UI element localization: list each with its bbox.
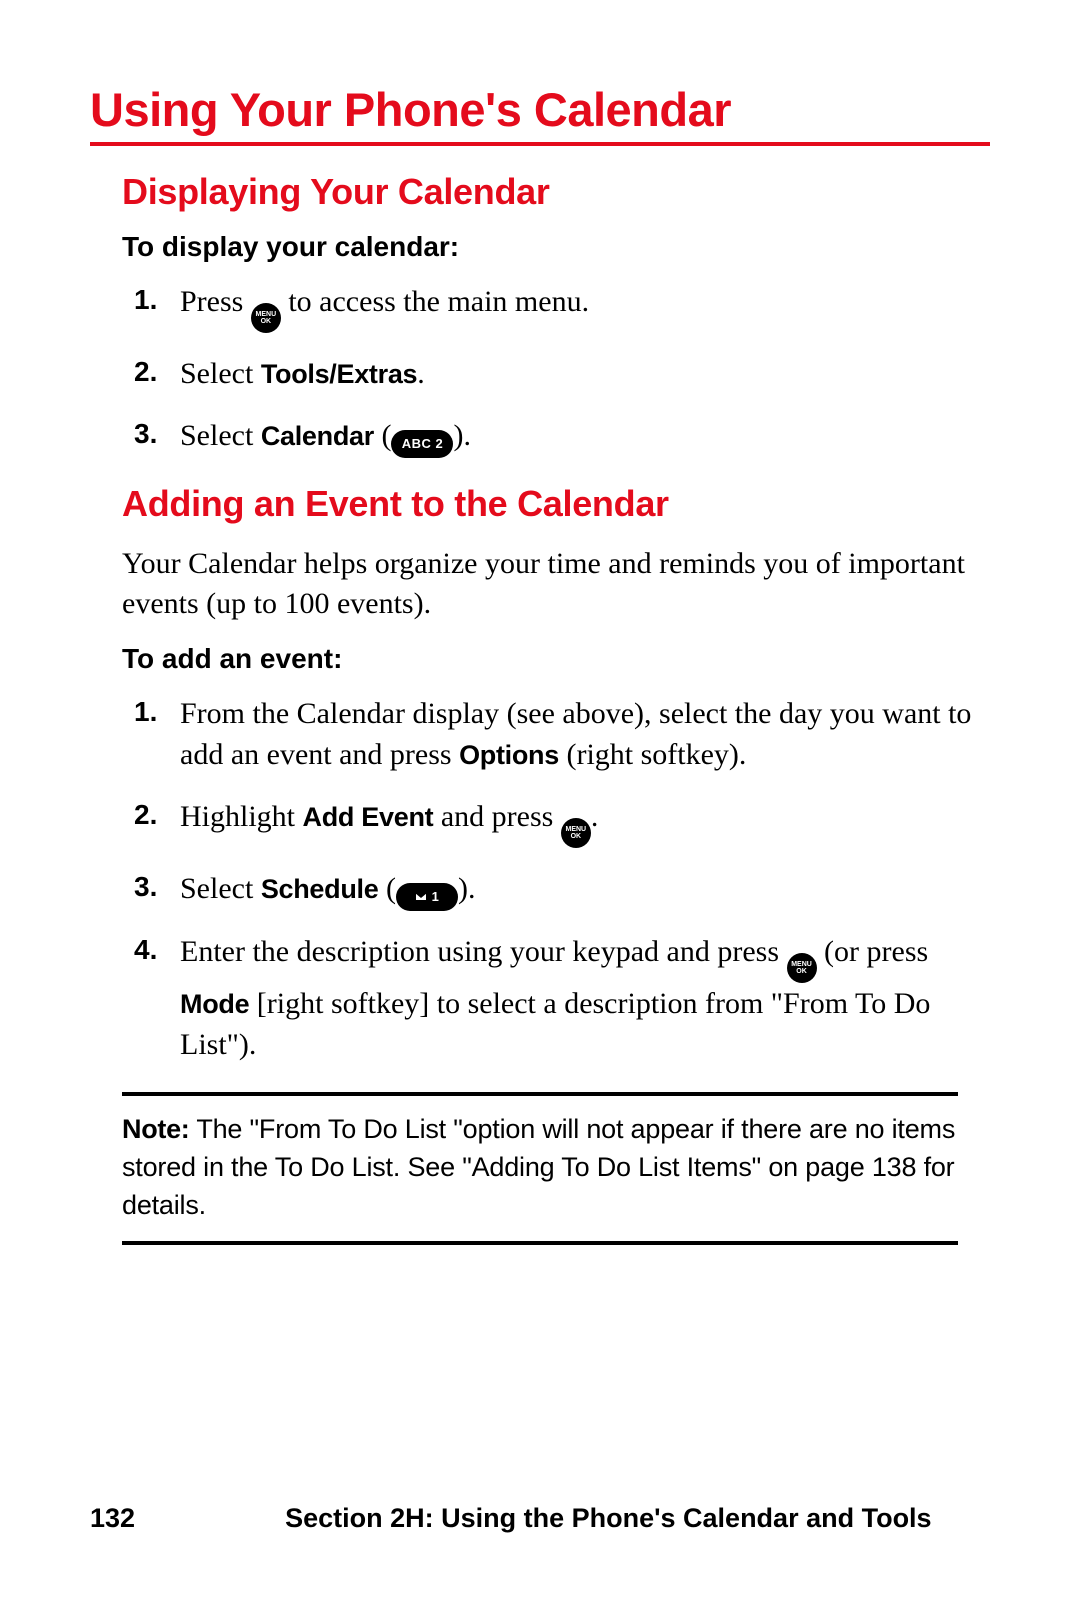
bold-term: Add Event — [303, 802, 434, 832]
lead-display-calendar: To display your calendar: — [122, 231, 990, 263]
bold-term: Schedule — [261, 874, 379, 904]
note-text: The "From To Do List "option will not ap… — [122, 1114, 955, 1221]
step: Enter the description using your keypad … — [180, 931, 990, 1066]
step-text: (or press — [817, 935, 929, 968]
lead-add-event: To add an event: — [122, 643, 990, 675]
step-text: ( — [378, 872, 396, 905]
step: Select Schedule (1). — [180, 868, 990, 912]
step-text: . — [417, 357, 425, 390]
steps-display-calendar: Press MENU OK to access the main menu. S… — [122, 281, 990, 458]
menu-ok-key-icon: MENU OK — [251, 303, 281, 333]
page-number: 132 — [90, 1503, 135, 1534]
note-box: Note: The "From To Do List "option will … — [122, 1092, 958, 1245]
step: Press MENU OK to access the main menu. — [180, 281, 990, 333]
step-text: to access the main menu. — [281, 285, 589, 318]
step-text: Select — [180, 357, 261, 390]
intro-paragraph: Your Calendar helps organize your time a… — [122, 544, 990, 625]
section-heading-add-event: Adding an Event to the Calendar — [122, 484, 990, 524]
step-text: Press — [180, 285, 251, 318]
step-text: Select — [180, 419, 261, 452]
step-text: [right softkey] to select a description … — [180, 987, 930, 1061]
bold-term: Tools/Extras — [261, 359, 417, 389]
step-text: and press — [433, 800, 560, 833]
abc-2-key-icon: ABC 2 — [391, 430, 453, 458]
bold-term: Calendar — [261, 421, 374, 451]
manual-page: Using Your Phone's Calendar Displaying Y… — [0, 0, 1080, 1620]
steps-add-event: From the Calendar display (see above), s… — [122, 693, 990, 1066]
page-footer: 132 Section 2H: Using the Phone's Calend… — [90, 1503, 990, 1534]
step-text: . — [591, 800, 599, 833]
bold-term: Options — [459, 740, 559, 770]
step: Highlight Add Event and press MENU OK. — [180, 796, 990, 848]
step-text: ). — [453, 419, 471, 452]
step-text: (right softkey). — [559, 738, 746, 771]
step-text: ( — [374, 419, 392, 452]
step-text: Select — [180, 872, 261, 905]
step: From the Calendar display (see above), s… — [180, 693, 990, 776]
mail-1-key-icon: 1 — [396, 883, 458, 911]
note-label: Note: — [122, 1114, 190, 1144]
section-label: Section 2H: Using the Phone's Calendar a… — [285, 1503, 932, 1534]
menu-ok-key-icon: MENU OK — [561, 818, 591, 848]
page-title: Using Your Phone's Calendar — [90, 84, 990, 146]
step-text: Highlight — [180, 800, 303, 833]
step: Select Tools/Extras. — [180, 353, 990, 394]
step-text: Enter the description using your keypad … — [180, 935, 787, 968]
section-heading-display-calendar: Displaying Your Calendar — [122, 172, 990, 212]
step-text: ). — [458, 872, 476, 905]
bold-term: Mode — [180, 989, 249, 1019]
menu-ok-key-icon: MENU OK — [787, 953, 817, 983]
step: Select Calendar (ABC 2). — [180, 415, 990, 458]
